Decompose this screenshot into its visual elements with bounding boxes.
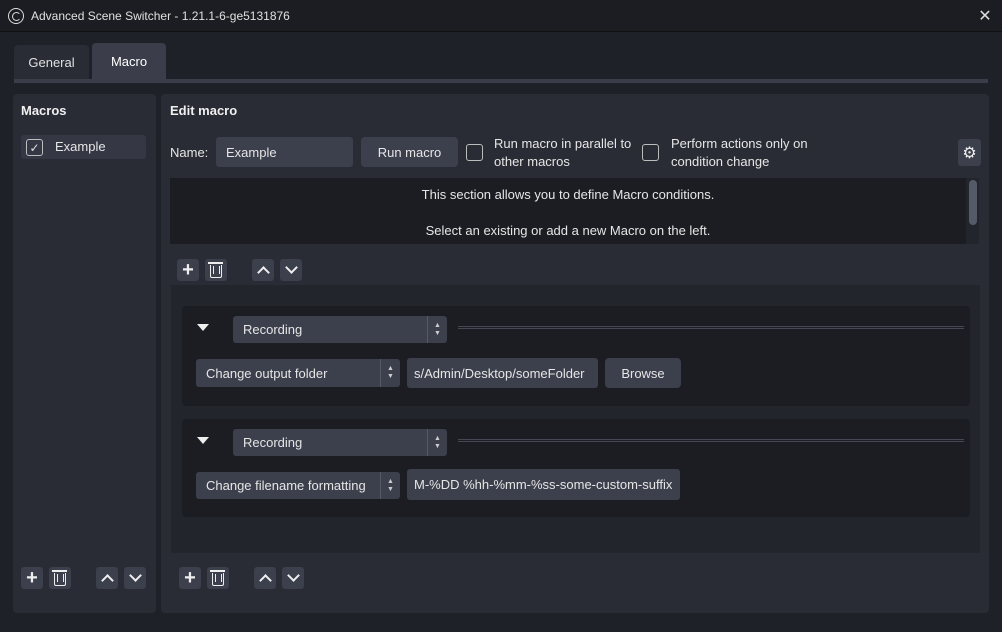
run-parallel-label-line2: other macros xyxy=(494,154,570,169)
macro-settings-button[interactable]: ⚙ xyxy=(958,139,981,166)
add-action-button[interactable]: + xyxy=(179,567,201,589)
window-title: Advanced Scene Switcher - 1.21.1-6-ge513… xyxy=(31,9,290,23)
macros-panel-title: Macros xyxy=(21,103,67,118)
header-divider xyxy=(458,326,964,329)
remove-action-button[interactable] xyxy=(207,567,229,589)
edit-macro-title: Edit macro xyxy=(170,103,238,118)
macros-panel xyxy=(13,94,156,613)
conditions-info-line2: Select an existing or add a new Macro on… xyxy=(425,223,711,238)
move-macro-up-button[interactable] xyxy=(96,567,118,589)
conditions-scrollbar-thumb[interactable] xyxy=(969,180,977,225)
chevron-up-icon xyxy=(258,574,272,587)
name-label: Name: xyxy=(170,145,209,160)
tab-macro[interactable]: Macro xyxy=(92,43,166,79)
run-parallel-label-line1: Run macro in parallel to xyxy=(494,136,632,151)
macro-name-input[interactable]: Example xyxy=(216,137,353,167)
move-action-down-button[interactable] xyxy=(282,567,304,589)
browse-button[interactable]: Browse xyxy=(605,358,681,388)
perform-on-change-label-line2: condition change xyxy=(671,154,770,169)
trash-icon xyxy=(208,262,223,278)
plus-icon: + xyxy=(184,567,196,589)
output-folder-input[interactable]: s/Admin/Desktop/someFolder xyxy=(407,358,598,388)
action-subtype-value: Change filename formatting xyxy=(206,478,366,493)
filename-format-input[interactable]: M-%DD %hh-%mm-%ss-some-custom-suffix xyxy=(407,469,680,500)
plus-icon: + xyxy=(26,567,38,589)
chevron-up-icon xyxy=(256,266,270,279)
collapse-arrow-icon[interactable] xyxy=(197,437,209,444)
move-condition-down-button[interactable] xyxy=(280,259,302,281)
tab-bar-underline xyxy=(14,79,988,83)
conditions-info-line1: This section allows you to define Macro … xyxy=(421,187,715,202)
action-subtype-value: Change output folder xyxy=(206,365,328,381)
obs-logo-icon xyxy=(8,8,24,24)
macro-list-item-label: Example xyxy=(55,139,106,154)
remove-condition-button[interactable] xyxy=(205,259,227,281)
move-action-up-button[interactable] xyxy=(254,567,276,589)
checkmark-icon: ✓ xyxy=(29,140,40,155)
macro-enabled-checkbox[interactable]: ✓ xyxy=(26,139,43,156)
perform-on-change-checkbox[interactable] xyxy=(642,144,659,161)
trash-icon xyxy=(52,570,67,586)
header-divider xyxy=(458,439,964,442)
chevron-down-icon xyxy=(286,569,300,582)
action-type-value: Recording xyxy=(243,435,303,450)
chevron-down-icon xyxy=(128,569,142,582)
run-macro-button[interactable]: Run macro xyxy=(361,137,458,167)
collapse-arrow-icon[interactable] xyxy=(197,324,209,331)
action-subtype-select[interactable]: Change filename formatting ▲ ▼ xyxy=(196,472,400,499)
action-type-select[interactable]: Recording ▲ ▼ xyxy=(233,316,447,343)
chevron-down-icon xyxy=(284,261,298,274)
action-type-value: Recording xyxy=(243,322,303,337)
conditions-area: This section allows you to define Macro … xyxy=(170,178,966,244)
updown-arrows-icon: ▲ ▼ xyxy=(427,316,447,343)
updown-arrows-icon: ▲ ▼ xyxy=(380,472,400,499)
add-condition-button[interactable]: + xyxy=(177,259,199,281)
move-condition-up-button[interactable] xyxy=(252,259,274,281)
remove-macro-button[interactable] xyxy=(49,567,71,589)
action-type-select[interactable]: Recording ▲ ▼ xyxy=(233,429,447,456)
move-macro-down-button[interactable] xyxy=(124,567,146,589)
close-button[interactable]: ✕ xyxy=(972,4,998,28)
run-parallel-checkbox[interactable] xyxy=(466,144,483,161)
add-macro-button[interactable]: + xyxy=(21,567,43,589)
trash-icon xyxy=(210,570,225,586)
action-subtype-select[interactable]: Change output folder ▲ ▼ xyxy=(196,359,400,387)
updown-arrows-icon: ▲ ▼ xyxy=(380,359,400,387)
chevron-up-icon xyxy=(100,574,114,587)
plus-icon: + xyxy=(182,259,194,281)
updown-arrows-icon: ▲ ▼ xyxy=(427,429,447,456)
close-icon: ✕ xyxy=(978,8,992,25)
perform-on-change-label-line1: Perform actions only on xyxy=(671,136,808,151)
tab-general[interactable]: General xyxy=(14,45,89,79)
gear-icon: ⚙ xyxy=(962,144,977,162)
